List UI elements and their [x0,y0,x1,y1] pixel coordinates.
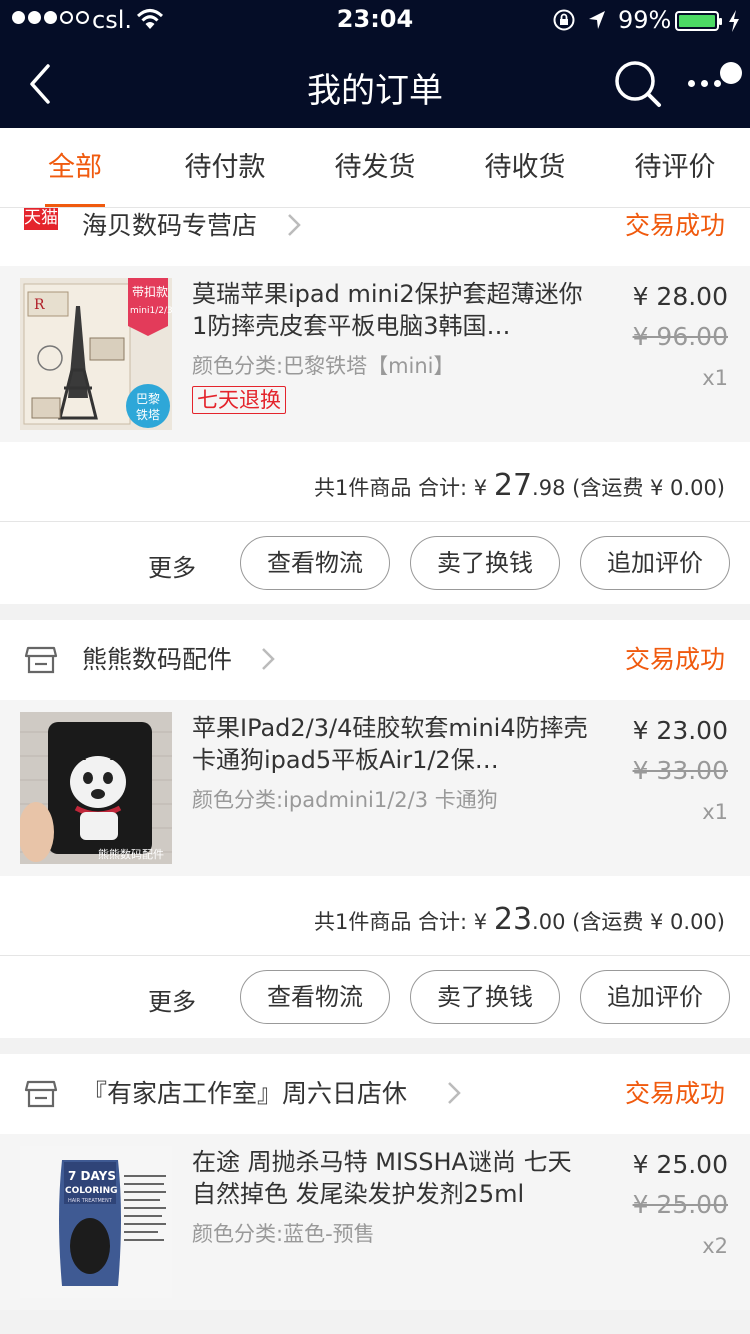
summary-shipping: (含运费 ¥ 0.00) [572,910,725,934]
location-arrow-icon [589,11,605,29]
product-title[interactable]: 莫瑞苹果ipad mini2保护套超薄迷你1防摔壳皮套平板电脑3韩国… [192,278,592,342]
product-price: ¥ 28.00 [632,282,728,311]
tab-all[interactable]: 全部 [0,128,150,207]
product-thumbnail[interactable]: 熊熊数码配件 [20,712,172,864]
thumb-brand-line3: HAIR TREATMENT [68,1198,113,1204]
order-status: 交易成功 [624,211,725,240]
battery-icon [675,11,722,31]
order-actions: 更多 查看物流 卖了换钱 追加评价 [0,522,750,604]
thumb-circle-label2: 铁塔 [136,408,160,422]
thumb-brand-line2: COLORING [65,1186,118,1196]
return-policy-tag: 七天退换 [192,386,286,414]
summary-total-decimal: .98 [532,476,566,500]
charging-icon [729,10,739,32]
tab-pending-shipment[interactable]: 待发货 [300,128,450,207]
product-original-price: ¥ 33.00 [632,756,728,785]
tab-pending-receipt[interactable]: 待收货 [450,128,600,207]
thumb-corner-label: 带扣款 [132,285,168,299]
notification-dot [720,62,742,84]
summary-total-decimal: .00 [532,910,566,934]
order-item[interactable]: R 带扣款 mini1/2/3 巴黎 铁塔 莫瑞苹果ipad mini2保护套超… [0,266,750,442]
product-spec: 颜色分类:ipadmini1/2/3 卡通狗 [192,788,498,812]
more-actions-link[interactable]: 更多 [148,982,196,1017]
order-status: 交易成功 [624,1079,725,1108]
product-spec: 颜色分类:巴黎铁塔【mini】 [192,354,455,378]
product-thumbnail[interactable]: 7 DAYS COLORING HAIR TREATMENT [20,1146,172,1298]
top-bar: csl. 23:04 99% 我的订单 [0,0,750,128]
order-tabs: 全部 待付款 待发货 待收货 待评价 [0,128,750,208]
tab-pending-payment[interactable]: 待付款 [150,128,300,207]
product-original-price: ¥ 96.00 [632,322,728,351]
shop-name[interactable]: 熊熊数码配件 [82,640,232,676]
more-actions-link[interactable]: 更多 [148,548,196,583]
svg-text:R: R [34,297,45,313]
order-card: 天猫 海贝数码专营店 交易成功 R 带扣款 mini1/2/3 巴黎 铁塔 莫瑞… [0,208,750,604]
order-item[interactable]: 熊熊数码配件 苹果IPad2/3/4硅胶软套mini4防摔壳卡通狗ipad5平板… [0,700,750,876]
battery-percent: 99% [618,6,672,34]
resell-button[interactable]: 卖了换钱 [410,536,560,590]
thumb-watermark: 熊熊数码配件 [98,847,164,861]
product-spec: 颜色分类:蓝色-预售 [192,1222,375,1246]
shop-header[interactable]: 天猫 海贝数码专营店 交易成功 [0,208,750,266]
summary-shipping: (含运费 ¥ 0.00) [572,476,725,500]
store-icon [24,1080,58,1108]
add-review-button[interactable]: 追加评价 [580,970,730,1024]
status-bar: csl. 23:04 99% [0,0,750,40]
view-logistics-button[interactable]: 查看物流 [240,970,390,1024]
shop-header[interactable]: 『有家店工作室』周六日店休 交易成功 [0,1054,750,1134]
order-item[interactable]: 7 DAYS COLORING HAIR TREATMENT 在途 周抛杀马特 … [0,1134,750,1310]
product-price: ¥ 25.00 [632,1150,728,1179]
product-original-price: ¥ 25.00 [632,1190,728,1219]
more-menu-icon[interactable] [686,62,746,102]
chevron-right-icon [448,1082,461,1104]
order-summary: 共1件商品 合计: ¥ 23.00 (含运费 ¥ 0.00) [0,876,750,956]
order-actions: 更多 查看物流 卖了换钱 追加评价 [0,956,750,1038]
summary-prefix: 共1件商品 合计: ¥ [314,910,488,934]
add-review-button[interactable]: 追加评价 [580,536,730,590]
product-thumbnail[interactable]: R 带扣款 mini1/2/3 巴黎 铁塔 [20,278,172,430]
product-price: ¥ 23.00 [632,716,728,745]
resell-button[interactable]: 卖了换钱 [410,970,560,1024]
order-list[interactable]: 天猫 海贝数码专营店 交易成功 R 带扣款 mini1/2/3 巴黎 铁塔 莫瑞… [0,208,750,1334]
product-title[interactable]: 苹果IPad2/3/4硅胶软套mini4防摔壳卡通狗ipad5平板Air1/2保… [192,712,592,776]
chevron-right-icon [262,648,275,670]
summary-total-integer: 23 [493,902,533,937]
product-quantity: x2 [702,1234,728,1258]
summary-prefix: 共1件商品 合计: ¥ [314,476,488,500]
thumb-brand-line1: 7 DAYS [68,1169,116,1183]
thumb-corner-sub: mini1/2/3 [130,306,172,316]
chevron-right-icon [288,214,301,236]
shop-name[interactable]: 海贝数码专营店 [82,208,257,242]
tmall-badge-icon: 天猫 [24,208,58,230]
thumb-circle-label1: 巴黎 [136,392,160,406]
store-icon [24,646,58,674]
order-card: 『有家店工作室』周六日店休 交易成功 7 DAYS COLORING HAIR … [0,1054,750,1310]
order-card: 熊熊数码配件 交易成功 熊熊数码配件 苹果IPad2/3/4硅胶软套mini4防… [0,620,750,1038]
search-icon[interactable] [612,58,664,110]
order-status: 交易成功 [624,645,725,674]
tab-pending-review[interactable]: 待评价 [600,128,750,207]
shop-header[interactable]: 熊熊数码配件 交易成功 [0,620,750,700]
rotation-lock-icon [553,9,575,31]
summary-total-integer: 27 [493,468,533,503]
product-title[interactable]: 在途 周抛杀马特 MISSHA谜尚 七天自然掉色 发尾染发护发剂25ml [192,1146,592,1210]
shop-name[interactable]: 『有家店工作室』周六日店休 [82,1074,407,1110]
product-quantity: x1 [702,800,728,824]
product-quantity: x1 [702,366,728,390]
view-logistics-button[interactable]: 查看物流 [240,536,390,590]
order-summary: 共1件商品 合计: ¥ 27.98 (含运费 ¥ 0.00) [0,442,750,522]
